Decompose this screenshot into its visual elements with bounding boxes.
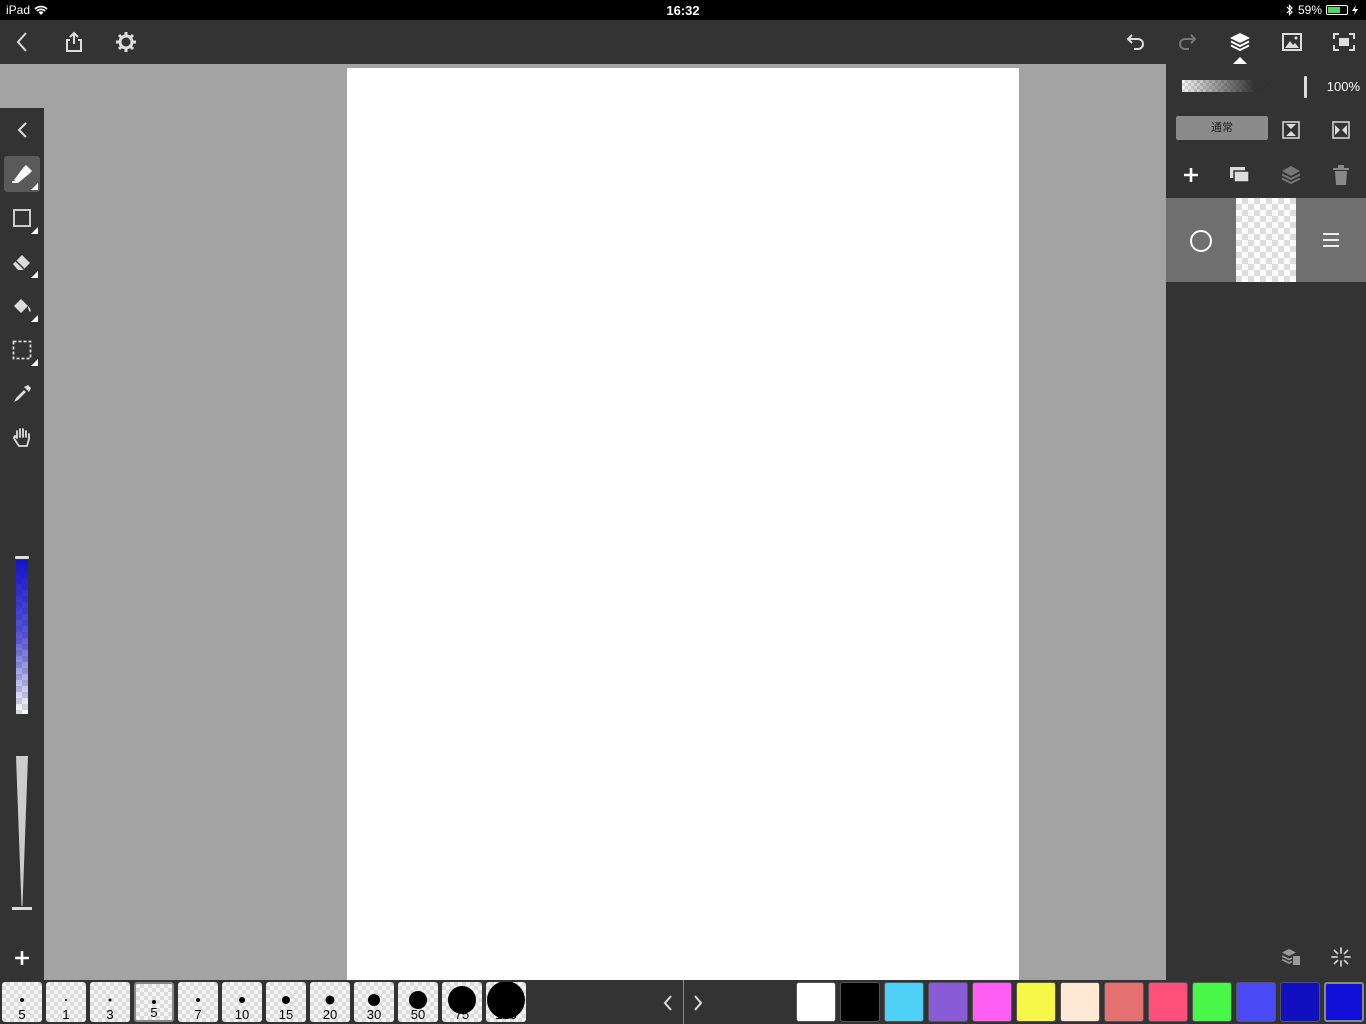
brush-dot: [282, 996, 290, 1004]
brush-size-label: 15: [278, 1007, 294, 1022]
brush-opacity-slider[interactable]: [15, 556, 29, 716]
brush-next-icon[interactable]: [688, 992, 708, 1014]
flip-vertical-icon[interactable]: [1280, 119, 1302, 141]
drawing-canvas[interactable]: [347, 68, 1019, 980]
brush-size-label: 75: [454, 1007, 470, 1022]
layer-opacity-slider[interactable]: [1182, 80, 1286, 92]
blend-mode-button[interactable]: 通常: [1176, 116, 1268, 140]
color-swatch[interactable]: [1236, 982, 1276, 1022]
brush-size-label: 5: [18, 1007, 26, 1022]
brush-size-label: 3: [106, 1007, 114, 1022]
brush-preset[interactable]: 5: [134, 982, 174, 1022]
brush-dot: [108, 998, 112, 1002]
eyedropper-icon[interactable]: [4, 376, 40, 412]
sparkle-icon[interactable]: [1330, 946, 1352, 968]
color-swatch[interactable]: [1104, 982, 1144, 1022]
layer-visibility-icon[interactable]: [1190, 230, 1212, 252]
brush-preset[interactable]: 3: [90, 982, 130, 1022]
brush-size-label: 50: [410, 1007, 426, 1022]
brush-preset[interactable]: 75: [442, 982, 482, 1022]
brush-preset[interactable]: 1: [46, 982, 86, 1022]
brush-dot: [65, 999, 67, 1001]
brush-size-label: 30: [366, 1007, 382, 1022]
layer-thumbnail[interactable]: [1236, 198, 1296, 282]
active-indicator: [1233, 57, 1247, 64]
duplicate-layer-icon[interactable]: [1228, 164, 1252, 186]
brush-size-label: 5: [150, 1005, 158, 1020]
layer-panel: 100% 通常: [1166, 64, 1366, 980]
brush-preset[interactable]: 100: [486, 982, 526, 1022]
share-icon[interactable]: [60, 28, 88, 56]
brush-size-label: 1: [62, 1007, 70, 1022]
add-layer-icon[interactable]: [1180, 164, 1202, 186]
image-icon[interactable]: [1278, 28, 1306, 56]
brush-dot: [20, 998, 24, 1002]
brush-size-label: 10: [234, 1007, 250, 1022]
brush-size-label: 20: [322, 1007, 338, 1022]
rectangle-icon[interactable]: [4, 200, 40, 236]
merge-layer-icon[interactable]: [1280, 164, 1302, 186]
bluetooth-icon: [1286, 4, 1293, 16]
color-swatch[interactable]: [1280, 982, 1320, 1022]
layers-icon[interactable]: [1226, 28, 1254, 56]
hand-icon[interactable]: [4, 420, 40, 456]
brush-prev-icon[interactable]: [658, 992, 678, 1014]
flip-horizontal-icon[interactable]: [1330, 119, 1352, 141]
bottom-bar: 5 1 3 5 7 10 15 20 30 50 75 100: [0, 980, 1366, 1024]
brush-dot: [239, 997, 245, 1003]
brush-preset[interactable]: 50: [398, 982, 438, 1022]
layer-settings-icon[interactable]: [1280, 946, 1302, 968]
selection-icon[interactable]: [4, 332, 40, 368]
delete-layer-icon[interactable]: [1330, 164, 1352, 186]
divider: [683, 980, 684, 1024]
color-swatch[interactable]: [1060, 982, 1100, 1022]
layer-opacity-value: 100%: [1326, 79, 1360, 94]
add-brush-icon[interactable]: [4, 940, 40, 976]
layer-opacity-handle[interactable]: [1304, 76, 1307, 98]
fill-icon[interactable]: [4, 288, 40, 324]
battery-percent: 59%: [1297, 3, 1322, 17]
undo-icon[interactable]: [1122, 28, 1150, 56]
color-swatch[interactable]: [1192, 982, 1232, 1022]
collapse-icon[interactable]: [4, 112, 40, 148]
color-swatch[interactable]: [1148, 982, 1188, 1022]
status-right: 59%: [1286, 3, 1358, 17]
brush-size-label: 7: [194, 1007, 202, 1022]
brush-dot: [325, 995, 335, 1005]
color-swatch[interactable]: [928, 982, 968, 1022]
color-swatch[interactable]: [840, 982, 880, 1022]
brush-preset[interactable]: 20: [310, 982, 350, 1022]
eraser-icon[interactable]: [4, 244, 40, 280]
color-swatch[interactable]: [796, 982, 836, 1022]
clock: 16:32: [666, 3, 700, 18]
opacity-slider-handle[interactable]: [15, 556, 29, 559]
back-icon[interactable]: [8, 28, 36, 56]
layer-menu-icon[interactable]: [1322, 230, 1340, 250]
left-toolbar: [0, 108, 44, 980]
brush-dot: [152, 1000, 156, 1004]
fullscreen-icon[interactable]: [1330, 28, 1358, 56]
brush-dot: [368, 994, 380, 1006]
brush-preset[interactable]: 7: [178, 982, 218, 1022]
brush-preset[interactable]: 5: [2, 982, 42, 1022]
layer-row[interactable]: [1166, 198, 1366, 282]
settings-icon[interactable]: [112, 28, 140, 56]
color-swatch[interactable]: [1324, 982, 1364, 1022]
brush-size-label: 100: [495, 1007, 517, 1022]
brush-size-slider[interactable]: [12, 756, 32, 912]
brush-dot: [196, 998, 200, 1002]
brush-preset[interactable]: 10: [222, 982, 262, 1022]
charging-icon: [1352, 5, 1358, 15]
status-bar: iPad 16:32 59%: [0, 0, 1366, 20]
brush-preset[interactable]: 30: [354, 982, 394, 1022]
pen-icon[interactable]: [4, 156, 40, 192]
color-swatch[interactable]: [972, 982, 1012, 1022]
redo-icon[interactable]: [1173, 28, 1201, 56]
color-swatch[interactable]: [1016, 982, 1056, 1022]
color-swatch[interactable]: [884, 982, 924, 1022]
brush-preset[interactable]: 15: [266, 982, 306, 1022]
top-toolbar: [0, 20, 1366, 64]
battery-icon: [1326, 5, 1348, 15]
